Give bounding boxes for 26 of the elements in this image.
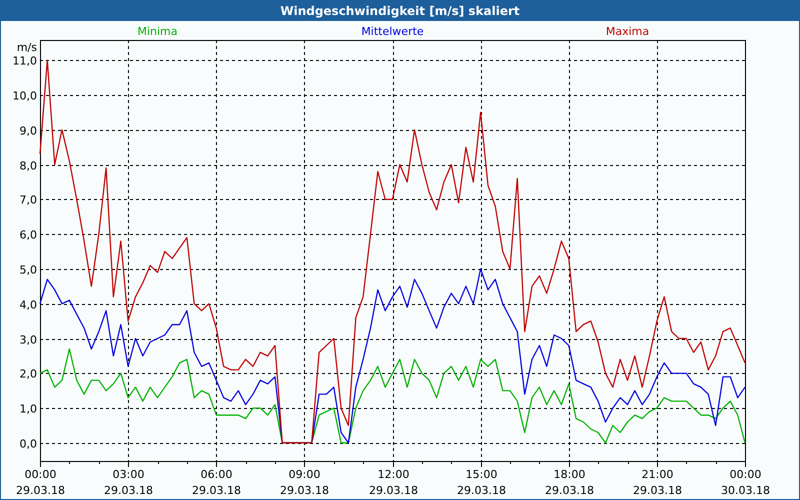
axis-tick-label: 15:00 29.03.18 bbox=[457, 468, 506, 497]
axis-tick-label: 7,0 bbox=[20, 194, 37, 206]
axis-tick-label: 10,0 bbox=[12, 90, 37, 102]
axis-tick-label: 1,0 bbox=[20, 402, 37, 416]
axis-tick-label: 4,0 bbox=[20, 298, 37, 312]
legend-label: Maxima bbox=[606, 25, 650, 38]
axis-tick-label: 2,0 bbox=[20, 368, 37, 380]
axis-tick-label: 18:00 29.03.18 bbox=[545, 468, 594, 497]
window-title: Windgeschwindigkeit [m/s] skaliert bbox=[280, 2, 520, 20]
axis-tick-label: 00:00 30.03.18 bbox=[721, 468, 770, 497]
axis-unit-label: m/s bbox=[16, 41, 37, 54]
axis-tick-label: 00:00 29.03.18 bbox=[16, 468, 65, 497]
axis-tick-label: 06:00 29.03.18 bbox=[192, 468, 241, 497]
axis-tick-label: 6,0 bbox=[20, 228, 37, 242]
axis-tick-label: 0,0 bbox=[20, 438, 37, 450]
legend-label: Mittelwerte bbox=[361, 25, 424, 38]
axis-tick-label: 03:00 29.03.18 bbox=[104, 468, 153, 497]
axis-tick-label: 9,0 bbox=[20, 124, 37, 138]
axis-tick-label: 12:00 29.03.18 bbox=[369, 468, 418, 497]
axis-tick-label: 11,0 bbox=[12, 54, 37, 68]
legend-label: Minima bbox=[137, 25, 178, 38]
axis-tick-label: 8,0 bbox=[20, 160, 37, 172]
axis-tick-label: 09:00 29.03.18 bbox=[280, 468, 329, 497]
axis-tick-label: 3,0 bbox=[20, 334, 37, 346]
axis-tick-label: 5,0 bbox=[20, 264, 37, 276]
axis-tick-label: 21:00 29.03.18 bbox=[633, 468, 682, 497]
